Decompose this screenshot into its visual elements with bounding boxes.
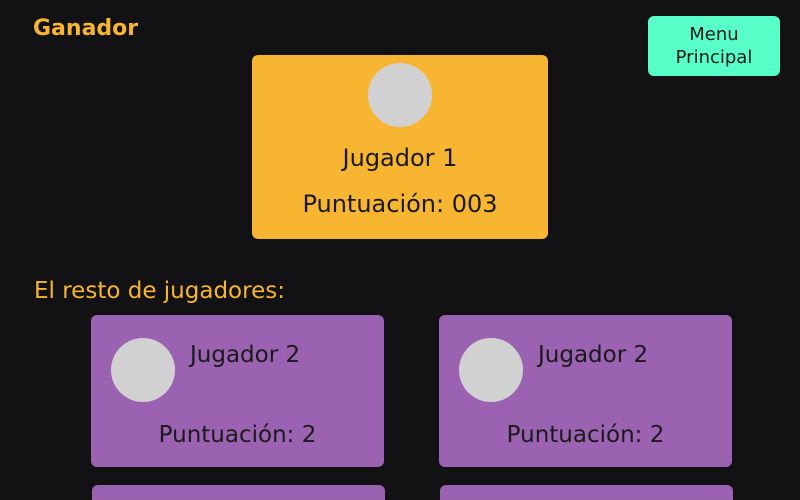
winner-card: Jugador 1 Puntuación: 003 [252, 55, 548, 239]
player-avatar-icon [111, 338, 175, 402]
player-card: Jugador 2 Puntuación: 2 [439, 315, 732, 467]
results-screen: Ganador Menu Principal Jugador 1 Puntuac… [0, 0, 800, 500]
player-score: Puntuación: 2 [506, 422, 665, 448]
other-players-heading: El resto de jugadores: [34, 278, 285, 304]
winner-avatar-icon [368, 63, 432, 127]
player-avatar-icon [459, 338, 523, 402]
main-menu-button[interactable]: Menu Principal [648, 16, 780, 76]
player-score: Puntuación: 2 [158, 422, 317, 448]
player-name: Jugador 2 [538, 342, 649, 368]
player-card: Jugador 2 Puntuación: 2 [91, 315, 384, 467]
main-menu-button-label-line1: Menu [689, 24, 739, 45]
winner-score: Puntuación: 003 [302, 190, 498, 218]
page-title: Ganador [33, 16, 139, 41]
main-menu-button-label-line2: Principal [675, 47, 753, 68]
winner-name: Jugador 1 [342, 144, 458, 172]
player-card-partial [92, 485, 385, 500]
player-name: Jugador 2 [190, 342, 301, 368]
player-card-partial [440, 485, 733, 500]
